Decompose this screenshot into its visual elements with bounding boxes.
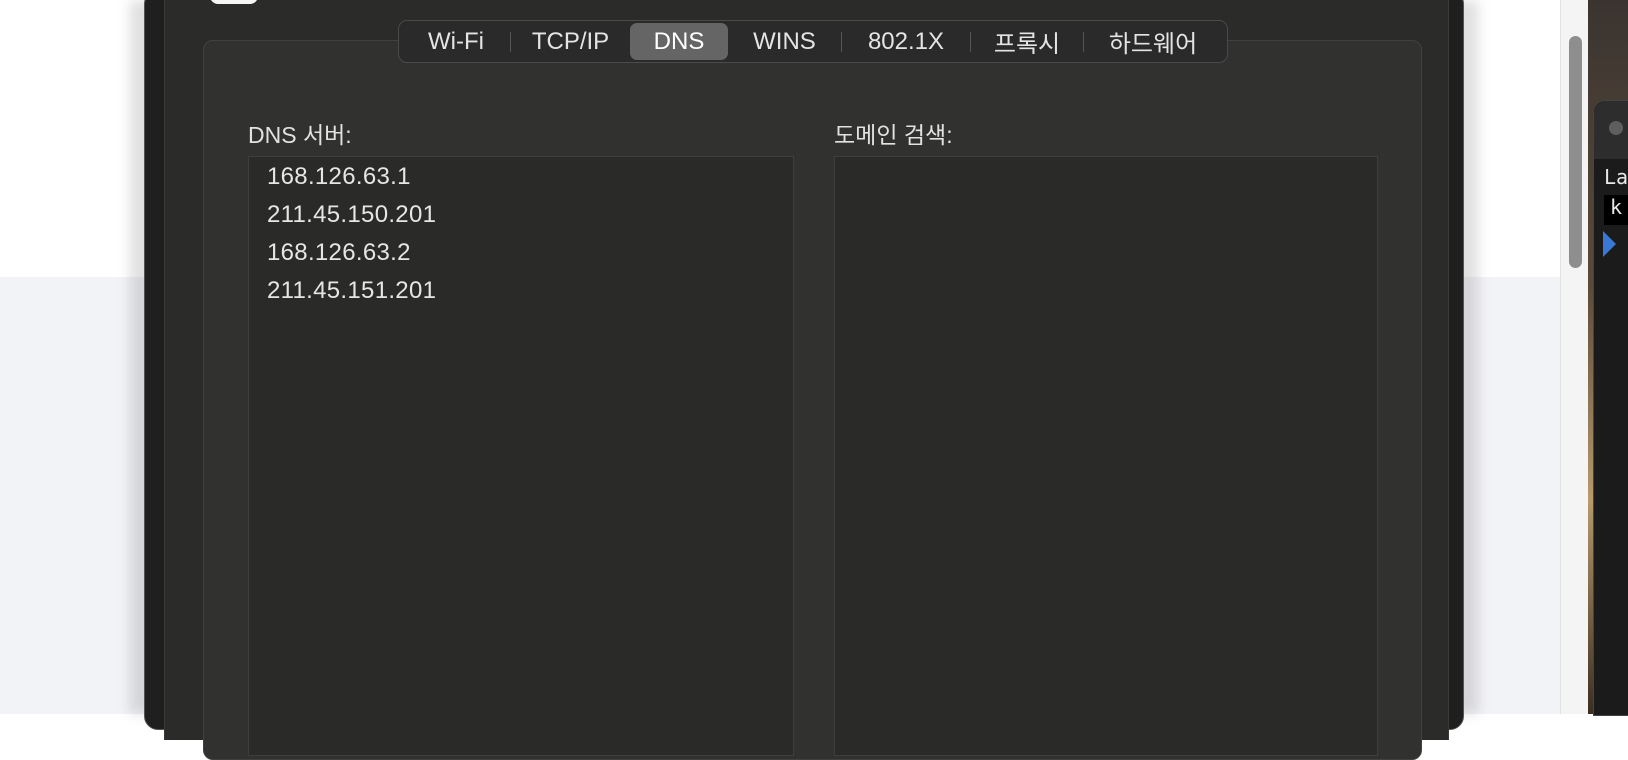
terminal-selected-line: k <box>1604 195 1628 225</box>
tab-hardware[interactable]: 하드웨어 <box>1084 23 1222 60</box>
list-item[interactable]: 168.126.63.1 <box>267 163 411 191</box>
tab-8021x[interactable]: 802.1X <box>842 23 970 60</box>
settings-tabs: Wi-Fi TCP/IP DNS WINS 802.1X 프록시 하드웨어 <box>398 20 1228 63</box>
page-scrollbar-thumb[interactable] <box>1569 36 1582 268</box>
dns-servers-label: DNS 서버: <box>248 122 352 148</box>
terminal-titlebar[interactable] <box>1594 101 1628 159</box>
tab-proxy[interactable]: 프록시 <box>971 23 1083 60</box>
tab-wins[interactable]: WINS <box>728 23 841 60</box>
tab-dns[interactable]: DNS <box>630 23 728 60</box>
titlebar-control[interactable] <box>210 0 258 4</box>
disclosure-triangle-icon[interactable] <box>1603 231 1616 257</box>
terminal-output-line: La <box>1604 165 1628 189</box>
page-scrollbar[interactable] <box>1560 0 1589 714</box>
dns-servers-list[interactable]: 168.126.63.1 211.45.150.201 168.126.63.2… <box>248 156 794 756</box>
list-item[interactable]: 211.45.151.201 <box>267 277 436 305</box>
search-domains-label: 도메인 검색: <box>834 122 953 148</box>
terminal-window[interactable]: La k <box>1593 100 1628 716</box>
list-item[interactable]: 168.126.63.2 <box>267 239 411 267</box>
tab-wifi[interactable]: Wi-Fi <box>402 23 510 60</box>
list-item[interactable]: 211.45.150.201 <box>267 201 436 229</box>
search-domains-list[interactable] <box>834 156 1378 756</box>
window-close-icon[interactable] <box>1609 121 1623 135</box>
tab-tcpip[interactable]: TCP/IP <box>511 23 630 60</box>
